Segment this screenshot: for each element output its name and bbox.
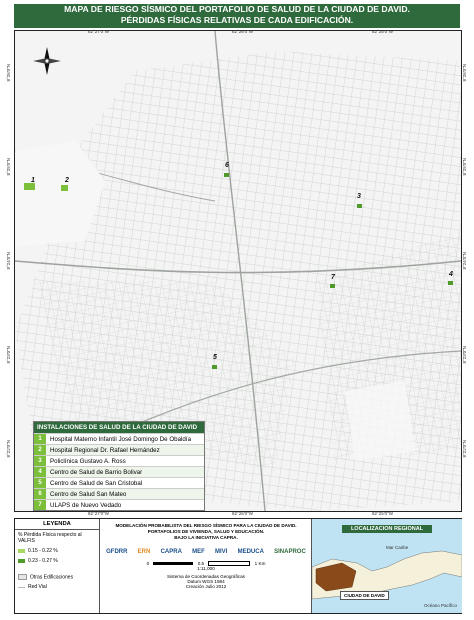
coord-right-2: 8°25'0"N (462, 158, 467, 176)
title-line-2: PÉRDIDAS FÍSICAS RELATIVAS DE CADA EDIFI… (120, 15, 354, 25)
coord-left-3: 8°24'0"N (6, 252, 11, 270)
swatch-icon (18, 548, 25, 553)
mivi-logo: MIVI (215, 549, 228, 555)
coord-left-2: 8°25'0"N (6, 158, 11, 176)
coord-right-3: 8°24'0"N (462, 252, 467, 270)
coord-right-4: 8°23'0"N (462, 346, 467, 364)
row-number: 3 (34, 456, 46, 466)
coord-top-1: 82°27'0"W (88, 29, 110, 34)
legend-item-label: 0.15 - 0.22 % (28, 548, 58, 554)
coord-bottom-2: 82°26'0"W (232, 511, 254, 516)
coord-left-4: 8°23'0"N (6, 346, 11, 364)
legend-item-label: Red Vial (28, 584, 47, 591)
sinaproc-logo: SINAPROC (274, 549, 306, 555)
marker-label-5: 5 (213, 354, 217, 361)
caribbean-label: Mar Caribe (386, 545, 409, 550)
row-name: Centro de Salud de San Cristobal (50, 479, 143, 487)
installations-header: INSTALACIONES DE SALUD DE LA CIUDAD DE D… (34, 422, 204, 433)
coord-bottom-1: 82°27'0"W (88, 511, 110, 516)
scale-bar: 0 0.5 1 Km 1:11,000 (101, 561, 311, 571)
marker-label-7: 7 (331, 274, 335, 281)
swatch-icon (18, 574, 27, 580)
coord-right-5: 8°22'0"N (462, 440, 467, 458)
ern-logo: ERN (137, 549, 151, 555)
legend-item-2: 0.23 - 0.27 % (15, 556, 99, 566)
legend-item-1: 0.15 - 0.22 % (15, 546, 99, 556)
table-row: 5 Centro de Salud de San Cristobal (34, 477, 204, 488)
mef-logo: MEF (192, 549, 205, 555)
marker-label-3: 3 (357, 193, 361, 200)
pacific-label: Océano Pacífico (424, 603, 458, 608)
coord-top-3: 82°25'0"W (372, 29, 394, 34)
table-row: 1 Hospital Materno Infantil José Domingo … (34, 433, 204, 444)
swatch-icon (18, 558, 25, 563)
legend-other-1: Otras Edificaciones (15, 572, 99, 582)
coord-left-1: 8°26'0"N (6, 64, 11, 82)
scale-tick: 0 (146, 561, 150, 566)
legend-box: LEYENDA % Pérdida Física respecto al VAL… (15, 519, 100, 613)
capra-logo: CAPRA (160, 549, 182, 555)
footer-line: Creación Julio 2012 (185, 584, 227, 590)
location-map: LOCALIZACION REGIONAL Mar Caribe Océano … (311, 519, 462, 613)
coord-bottom-3: 82°25'0"W (372, 511, 394, 516)
map-title: MAPA DE RIESGO SÍSMICO DEL PORTAFOLIO DE… (14, 4, 460, 28)
info-footer: Sistema de Coordenadas Geográficas Datum… (101, 574, 311, 589)
scale-ratio: 1:11,000 (197, 566, 215, 572)
installation-marker-1[interactable] (24, 183, 35, 190)
legend-other-2: Red Vial (15, 582, 99, 592)
meduca-logo: MEDUCA (237, 549, 264, 555)
row-name: Hospital Regional Dr. Rafael Hernández (50, 446, 160, 454)
row-name: ULAPS de Nuevo Vedado (50, 501, 122, 509)
legend-item-label: Otras Edificaciones (30, 574, 74, 581)
info-title-line: BAJO LA INICIATIVA CAPRA. (174, 535, 238, 540)
bottom-panel: LEYENDA % Pérdida Física respecto al VAL… (14, 518, 462, 614)
coord-top-2: 82°26'0"W (232, 29, 254, 34)
marker-label-4: 4 (449, 271, 453, 278)
scale-tick: 1 Km (254, 561, 266, 566)
installation-marker-3[interactable] (357, 204, 362, 208)
gfdrr-logo: GFDRR (106, 549, 128, 555)
table-row: 2 Hospital Regional Dr. Rafael Hernández (34, 444, 204, 455)
installation-marker-7[interactable] (330, 284, 335, 288)
table-row: 3 Policlínica Gustavo A. Ross (34, 455, 204, 466)
coord-left-5: 8°22'0"N (6, 440, 11, 458)
row-number: 2 (34, 445, 46, 455)
installation-marker-2[interactable] (61, 185, 68, 191)
installation-marker-6[interactable] (224, 173, 229, 177)
legend-item-label: 0.23 - 0.27 % (28, 558, 58, 564)
table-row: 6 Centro de Salud San Mateo (34, 488, 204, 499)
installation-marker-4[interactable] (448, 281, 453, 285)
installations-table: INSTALACIONES DE SALUD DE LA CIUDAD DE D… (33, 421, 205, 511)
row-name: Centro de Salud San Mateo (50, 490, 127, 498)
info-block: MODELACIÓN PROBABILISTA DEL RIESGO SÍSMI… (101, 519, 311, 613)
logos-row: GFDRR ERN CAPRA MEF MIVI MEDUCA SINAPROC (101, 549, 311, 555)
table-row: 7 ULAPS de Nuevo Vedado (34, 499, 204, 510)
map-frame[interactable]: 1 2 3 4 5 6 7 INSTALACIONES DE SALUD DE … (14, 30, 462, 512)
row-number: 7 (34, 500, 46, 510)
location-title: LOCALIZACION REGIONAL (342, 525, 432, 533)
row-name: Hospital Materno Infantil José Domingo D… (50, 435, 192, 443)
road-line-icon (18, 586, 25, 588)
row-number: 5 (34, 478, 46, 488)
coord-right-1: 8°26'0"N (462, 64, 467, 82)
info-title: MODELACIÓN PROBABILISTA DEL RIESGO SÍSMI… (101, 519, 311, 543)
row-number: 4 (34, 467, 46, 477)
row-number: 1 (34, 434, 46, 444)
city-badge: CIUDAD DE DAVID (340, 591, 389, 600)
scale-tick: 0.5 (197, 561, 205, 566)
table-row: 4 Centro de Salud de Barrio Bolivar (34, 466, 204, 477)
legend-subtitle: % Pérdida Física respecto al VALFIS (18, 532, 82, 544)
title-line-1: MAPA DE RIESGO SÍSMICO DEL PORTAFOLIO DE… (64, 4, 410, 14)
installation-marker-5[interactable] (212, 365, 217, 369)
marker-label-1: 1 (31, 177, 35, 184)
row-name: Centro de Salud de Barrio Bolivar (50, 468, 143, 476)
marker-label-6: 6 (225, 162, 229, 169)
legend-title: LEYENDA (15, 519, 99, 530)
row-number: 6 (34, 489, 46, 499)
marker-label-2: 2 (65, 177, 69, 184)
row-name: Policlínica Gustavo A. Ross (50, 457, 126, 465)
